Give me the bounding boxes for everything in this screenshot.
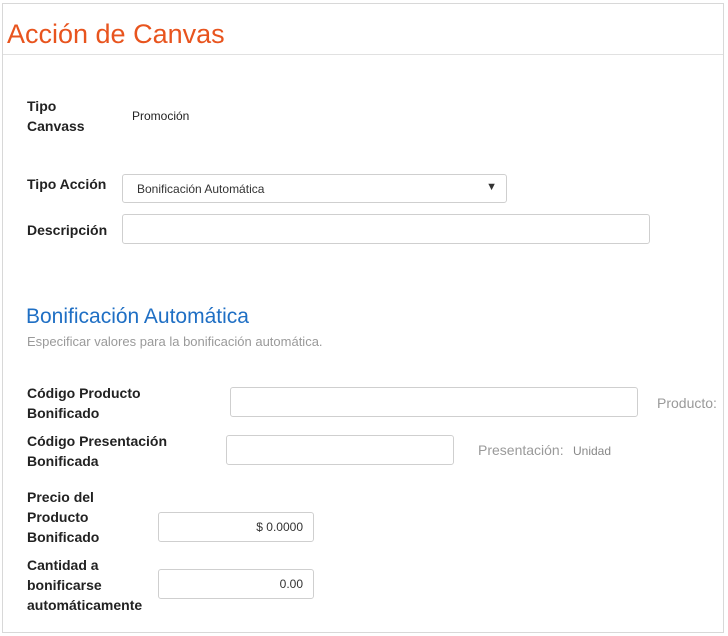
precio-label-line2: Producto [27, 509, 89, 525]
chevron-down-icon[interactable]: ▼ [486, 181, 497, 193]
presentacion-value: Unidad [573, 444, 612, 458]
tipo-accion-select[interactable]: Bonificación Automática ▼ [122, 174, 507, 203]
cantidad-field[interactable] [158, 569, 314, 599]
descripcion-field[interactable] [122, 214, 650, 244]
tipo-accion-label: Tipo Acción [27, 176, 107, 192]
tipo-canvass-label-line1: Tipo [27, 98, 57, 114]
title-bar: Acción de Canvas [3, 4, 723, 55]
section-subtitle: Especificar valores para la bonificación… [27, 334, 323, 349]
codigo-presentacion-label-line2: Bonificada [27, 453, 99, 469]
codigo-producto-field[interactable] [230, 387, 638, 417]
cantidad-label-line2: bonificarse [27, 577, 102, 593]
producto-hint: Producto: [657, 395, 717, 411]
descripcion-label: Descripción [27, 222, 108, 238]
codigo-producto-label-line1: Código Producto [27, 385, 141, 401]
precio-label-line3: Bonificado [27, 529, 100, 545]
presentacion-hint: Presentación: [478, 442, 564, 458]
codigo-presentacion-label-line1: Código Presentación [27, 433, 168, 449]
section-title: Bonificación Automática [26, 305, 249, 328]
cantidad-label-line1: Cantidad a [27, 557, 99, 573]
codigo-producto-label-line2: Bonificado [27, 405, 100, 421]
codigo-presentacion-field[interactable] [226, 435, 454, 465]
page-title: Acción de Canvas [7, 19, 225, 49]
tipo-canvass-label-line2: Canvass [27, 118, 85, 134]
form-panel: Acción de Canvas Tipo Canvass Promoción … [2, 3, 724, 633]
tipo-canvass-value: Promoción [132, 109, 190, 123]
precio-field[interactable] [158, 512, 314, 542]
tipo-accion-selected: Bonificación Automática [137, 182, 265, 196]
precio-label-line1: Precio del [27, 489, 94, 505]
cantidad-label-line3: automáticamente [27, 597, 143, 613]
